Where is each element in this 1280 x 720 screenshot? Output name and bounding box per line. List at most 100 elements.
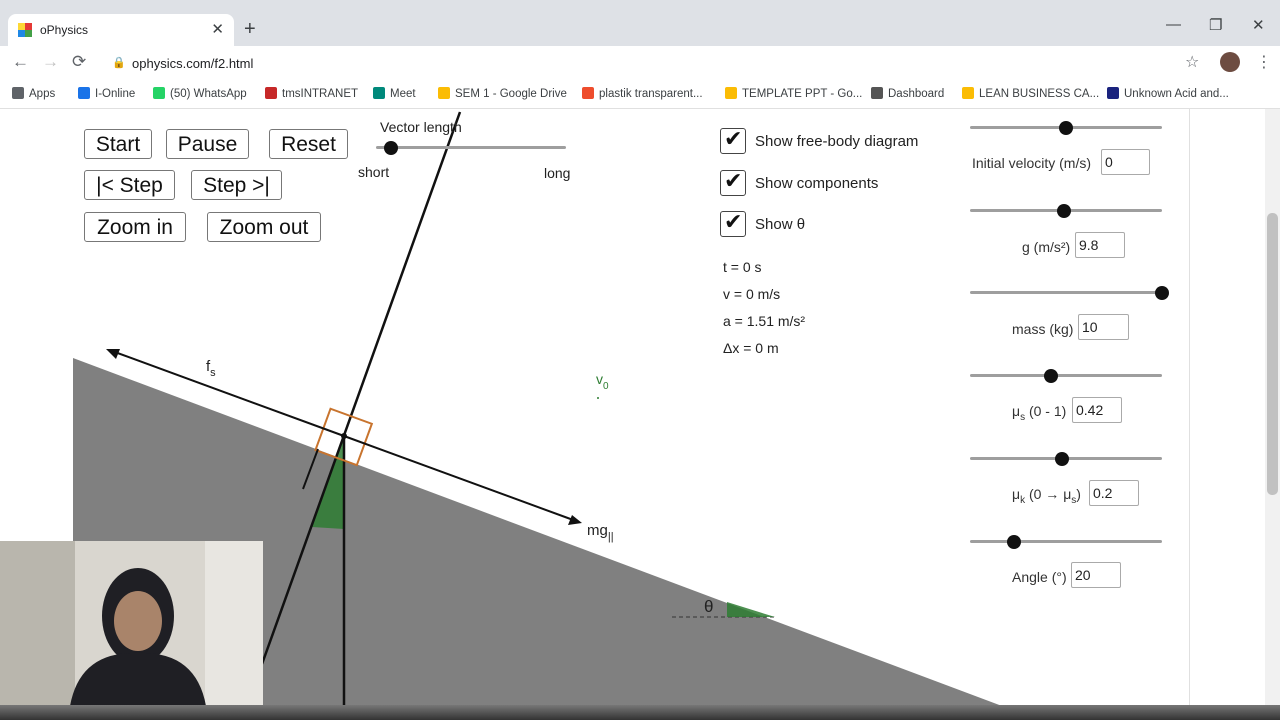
mass-slider-knob[interactable] bbox=[1043, 368, 1058, 383]
theta-checkbox-label: Show θ bbox=[755, 216, 806, 233]
tab-bar: oPhysics ✕ + — ❐ ✕ bbox=[0, 0, 1280, 46]
start-button[interactable]: Start bbox=[84, 129, 152, 159]
mg-parallel-arrowhead-icon bbox=[568, 515, 582, 525]
bookmark-item[interactable]: tmsINTRANET bbox=[265, 87, 358, 100]
angle-input[interactable]: 20 bbox=[1071, 562, 1121, 588]
vector-length-long-label: long bbox=[544, 165, 571, 181]
theta-checkbox[interactable]: ✔ bbox=[720, 209, 746, 237]
bookmark-item[interactable]: LEAN BUSINESS CA... bbox=[962, 87, 1099, 100]
bookmarks-bar: Apps I-Online (50) WhatsApp tmsINTRANET Meet… bbox=[0, 82, 1280, 109]
step-forward-button[interactable]: Step >| bbox=[191, 170, 282, 200]
url-text: ophysics.com/f2.html bbox=[132, 56, 254, 71]
time-readout: t = 0 s bbox=[723, 259, 762, 275]
back-arrow-icon[interactable]: ← bbox=[12, 52, 29, 72]
bookmark-star-icon[interactable]: ☆ bbox=[1185, 52, 1199, 72]
checkmark-icon: ✔ bbox=[724, 126, 743, 151]
mass-slider[interactable] bbox=[970, 368, 1162, 383]
top-parameter-slider[interactable] bbox=[970, 120, 1162, 135]
gravity-label: g (m/s²) bbox=[1022, 239, 1071, 255]
reset-button[interactable]: Reset bbox=[269, 129, 348, 159]
top-slider-knob[interactable] bbox=[1059, 120, 1073, 135]
close-window-button[interactable]: ✕ bbox=[1252, 16, 1265, 34]
zoom-in-button[interactable]: Zoom in bbox=[84, 212, 186, 242]
dashboard-icon bbox=[871, 87, 883, 99]
minimize-button[interactable]: — bbox=[1166, 16, 1181, 33]
bookmark-item[interactable]: plastik transparent... bbox=[582, 87, 703, 100]
i-online-icon bbox=[78, 87, 90, 99]
bookmark-item[interactable]: Dashboard bbox=[871, 87, 944, 100]
webcam-presenter-image bbox=[0, 541, 263, 706]
bookmark-item[interactable]: (50) WhatsApp bbox=[153, 87, 247, 100]
friction-label: fs bbox=[206, 358, 216, 379]
bookmark-item[interactable]: Apps bbox=[12, 87, 55, 100]
initial-velocity-input[interactable]: 0 bbox=[1101, 149, 1150, 175]
bookmark-label: SEM 1 - Google Drive bbox=[455, 88, 567, 100]
meet-icon bbox=[373, 87, 385, 99]
bookmark-label: Meet bbox=[390, 88, 416, 100]
tab-close-icon[interactable]: ✕ bbox=[211, 20, 224, 38]
mu-k-input[interactable]: 0.2 bbox=[1089, 480, 1139, 506]
flag-icon bbox=[1107, 87, 1119, 99]
vector-length-label: Vector length bbox=[380, 119, 462, 135]
vector-length-slider-knob[interactable] bbox=[384, 140, 399, 155]
vector-length-short-label: short bbox=[358, 164, 390, 180]
checkmark-icon: ✔ bbox=[724, 209, 743, 234]
components-checkbox[interactable]: ✔ bbox=[720, 168, 746, 196]
mu-k-slider-knob[interactable] bbox=[1007, 534, 1022, 549]
apps-grid-icon bbox=[12, 87, 24, 99]
bookmark-item[interactable]: TEMPLATE PPT - Go... bbox=[725, 87, 862, 100]
tms-icon bbox=[265, 87, 277, 99]
vector-length-slider[interactable] bbox=[376, 140, 566, 155]
step-back-button[interactable]: |< Step bbox=[84, 170, 175, 200]
initial-velocity-slider[interactable] bbox=[970, 203, 1162, 218]
panel-divider bbox=[1189, 109, 1190, 709]
free-body-diagram-label: Show free-body diagram bbox=[755, 133, 919, 150]
tab-title: oPhysics bbox=[40, 23, 89, 37]
acceleration-readout: a = 1.51 m/s² bbox=[723, 313, 806, 329]
mu-s-slider[interactable] bbox=[970, 451, 1162, 466]
gravity-slider[interactable] bbox=[970, 285, 1169, 300]
bookmark-label: plastik transparent... bbox=[599, 88, 703, 100]
bookmark-item[interactable]: SEM 1 - Google Drive bbox=[438, 87, 567, 100]
free-body-diagram-checkbox[interactable]: ✔ bbox=[720, 126, 746, 154]
checkmark-icon: ✔ bbox=[724, 168, 743, 193]
gravity-slider-knob[interactable] bbox=[1155, 285, 1169, 300]
profile-avatar[interactable] bbox=[1220, 52, 1240, 72]
theta-angle-marker bbox=[727, 602, 775, 617]
mu-k-slider[interactable] bbox=[970, 534, 1162, 549]
new-tab-button[interactable]: + bbox=[244, 18, 256, 41]
restore-button[interactable]: ❐ bbox=[1209, 16, 1222, 34]
components-label: Show components bbox=[755, 175, 879, 192]
block-center-point bbox=[341, 433, 347, 439]
bookmark-item[interactable]: Unknown Acid and... bbox=[1107, 87, 1229, 100]
bookmark-label: I-Online bbox=[95, 88, 136, 100]
address-bar[interactable]: 🔒 ophysics.com/f2.html bbox=[106, 50, 1206, 78]
mu-s-label: μs (0 - 1) bbox=[1012, 403, 1067, 423]
mass-label: mass (kg) bbox=[1012, 321, 1074, 337]
mu-k-label: μk (0 → μs) bbox=[1012, 486, 1081, 506]
mu-s-input[interactable]: 0.42 bbox=[1072, 397, 1122, 423]
webcam-overlay bbox=[0, 541, 263, 706]
lock-icon: 🔒 bbox=[112, 57, 126, 69]
menu-kebab-icon[interactable]: ⋮ bbox=[1256, 52, 1272, 72]
pause-button[interactable]: Pause bbox=[166, 129, 249, 159]
bookmark-label: TEMPLATE PPT - Go... bbox=[742, 88, 863, 100]
browser-tab[interactable]: oPhysics ✕ bbox=[8, 14, 234, 46]
bookmark-label: Dashboard bbox=[888, 88, 945, 100]
drive-icon bbox=[725, 87, 737, 99]
mu-s-slider-knob[interactable] bbox=[1055, 451, 1070, 466]
reload-icon[interactable]: ⟳ bbox=[72, 52, 86, 72]
zoom-out-button[interactable]: Zoom out bbox=[207, 212, 321, 242]
initial-velocity-slider-knob[interactable] bbox=[1057, 203, 1072, 218]
gravity-input[interactable]: 9.8 bbox=[1075, 232, 1125, 258]
bookmark-item[interactable]: I-Online bbox=[78, 87, 135, 100]
bookmark-label: LEAN BUSINESS CA... bbox=[979, 88, 1100, 100]
forward-arrow-icon[interactable]: → bbox=[42, 52, 59, 72]
initial-velocity-label: Initial velocity (m/s) bbox=[972, 155, 1092, 171]
shopee-icon bbox=[582, 87, 594, 99]
displacement-readout: Δx = 0 m bbox=[723, 340, 779, 356]
bookmark-item[interactable]: Meet bbox=[373, 87, 416, 100]
mass-input[interactable]: 10 bbox=[1078, 314, 1129, 340]
page-scrollbar-thumb[interactable] bbox=[1267, 213, 1278, 495]
velocity-readout: v = 0 m/s bbox=[723, 286, 781, 302]
